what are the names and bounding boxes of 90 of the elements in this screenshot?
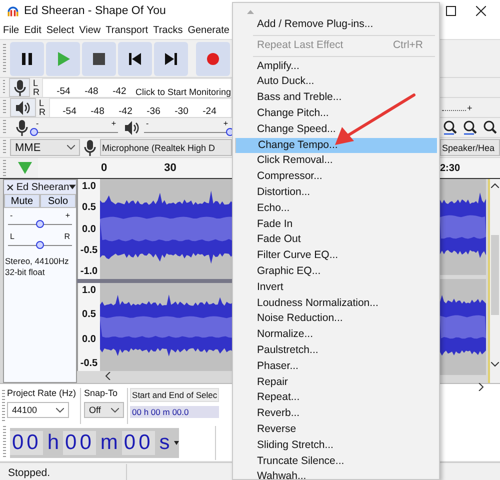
scale-label: 1.0 (82, 181, 96, 192)
menu-bar-item[interactable]: View (76, 25, 103, 36)
project-rate-dropdown[interactable]: 44100 (7, 402, 69, 418)
menu-item[interactable]: Sliding Stretch... (235, 438, 437, 454)
menu-item[interactable]: Fade Out (235, 232, 437, 248)
menu-bar-item[interactable]: File (0, 25, 22, 36)
meter-tick-label: -54 (62, 106, 78, 116)
window-title: Ed Sheeran - Shape Of You (24, 5, 166, 17)
menu-item[interactable]: Click Removal... (235, 153, 437, 170)
plus-sign: + (223, 120, 228, 128)
menu-item[interactable]: Invert (235, 280, 437, 296)
menu-item[interactable]: Loudness Normalization... (235, 296, 437, 312)
playback-device-dropdown[interactable]: Speaker/Hea (440, 139, 500, 156)
scale-label: 0.0 (82, 224, 96, 234)
meter-tick-label: -54 (56, 86, 72, 96)
mute-button[interactable]: Mute (4, 194, 40, 208)
track-format-text: Stereo, 44100Hz (5, 256, 70, 267)
menu-bar-item[interactable]: Edit (21, 25, 44, 36)
channel-label: R (32, 88, 40, 96)
ruler-label: 0 (101, 162, 108, 174)
minus-sign: - (146, 120, 149, 128)
meter-tick-label: -36 (146, 106, 162, 116)
recording-meter[interactable]: -54 -48 -42 Click to Start Monitoring (42, 78, 232, 97)
meter-tick-label: -24 (202, 106, 218, 116)
menu-item[interactable]: Normalize... (235, 327, 437, 343)
scale-label: 1.0 (82, 285, 96, 296)
timeline-ruler[interactable]: 2:30 (438, 158, 500, 178)
menu-item[interactable]: Phaser... (235, 358, 437, 375)
plus-sign: + (65, 212, 70, 220)
menu-item[interactable]: Paulstretch... (235, 342, 437, 359)
menu-item[interactable]: Echo... (235, 200, 437, 217)
monitoring-prompt: Click to Start Monitoring (133, 86, 231, 96)
left-label: L (10, 233, 14, 241)
scale-label: -0.5 (80, 358, 98, 369)
menu-item[interactable]: Reverb... (235, 406, 437, 422)
minus-sign: - (10, 212, 13, 220)
menu-item[interactable]: Wahwah... (235, 469, 437, 480)
scale-label: 0.5 (82, 309, 96, 320)
status-text: Stopped. (7, 466, 50, 478)
audio-host-dropdown[interactable]: MME (10, 139, 80, 156)
menu-item[interactable]: Filter Curve EQ... (235, 248, 437, 264)
recording-device-dropdown[interactable]: Microphone (Realtek High D (100, 139, 232, 156)
solo-button[interactable]: Solo (40, 194, 76, 208)
menu-item[interactable]: Truncate Silence... (235, 454, 437, 470)
channel-label: L (39, 98, 46, 108)
scale-label: -0.5 (80, 244, 98, 256)
menu-item[interactable]: Noise Reduction... (235, 311, 437, 328)
menu-item[interactable]: Distortion... (235, 184, 437, 201)
selection-mode-dropdown[interactable]: Start and End of Selec (130, 388, 220, 402)
menu-item[interactable]: Reverse (235, 422, 437, 438)
menu-item[interactable]: Fade In (235, 216, 437, 232)
ruler-label: 30 (164, 162, 176, 174)
plus-sign: + (111, 120, 116, 128)
selection-start-time[interactable]: 00 h 00 m 00.0 (130, 406, 220, 418)
channel-label: R (39, 108, 46, 116)
menu-item[interactable]: Amplify... (235, 58, 437, 74)
timeline-ruler[interactable]: 0 30 (38, 158, 232, 178)
menu-item[interactable]: Compressor... (235, 169, 437, 185)
menu-item[interactable]: Bass and Treble... (235, 90, 437, 106)
plus-sign: + (467, 102, 472, 112)
menu-item[interactable]: Graphic EQ... (235, 264, 437, 280)
snap-to-label: Snap-To (84, 388, 119, 398)
meter-tick-label: -42 (112, 86, 128, 96)
track-format-text: 32-bit float (5, 267, 46, 278)
menu-item[interactable]: Change Tempo... (235, 138, 437, 154)
menu-bar-item[interactable]: Transport (102, 25, 150, 36)
menu-bar-item[interactable]: Select (43, 25, 76, 36)
scale-label: 0.0 (82, 334, 96, 345)
project-rate-label: Project Rate (Hz) (7, 388, 76, 398)
minus-sign: - (36, 120, 39, 128)
menu-bar-item[interactable]: Generate (184, 25, 232, 36)
meter-tick-label: -30 (174, 106, 190, 116)
audio-position-display[interactable]: 00 h 00 m 00 s (10, 428, 179, 458)
scale-label: 0.5 (82, 202, 96, 214)
right-label: R (64, 233, 70, 241)
ruler-label: 2:30 (440, 162, 460, 174)
menu-bar-item[interactable]: Tracks (150, 25, 185, 36)
menu-item[interactable]: Change Speed... (235, 122, 437, 138)
menu-item[interactable]: Repeat... (235, 390, 437, 406)
snap-to-dropdown[interactable]: Off (84, 402, 124, 418)
scale-label: -1.0 (80, 266, 98, 277)
meter-tick-label: -42 (118, 106, 134, 116)
channel-label: L (32, 78, 39, 88)
menu-item[interactable]: Repair (235, 374, 437, 390)
menu-item[interactable]: Add / Remove Plug-ins... (235, 17, 437, 33)
meter-tick-label: -48 (84, 86, 100, 96)
meter-tick-label: -48 (90, 106, 106, 116)
menu-item[interactable]: Change Pitch... (235, 106, 437, 122)
menu-item[interactable]: Auto Duck... (235, 74, 437, 90)
playback-meter[interactable]: -54 -48 -42 -36 -30 -24 (48, 98, 232, 117)
